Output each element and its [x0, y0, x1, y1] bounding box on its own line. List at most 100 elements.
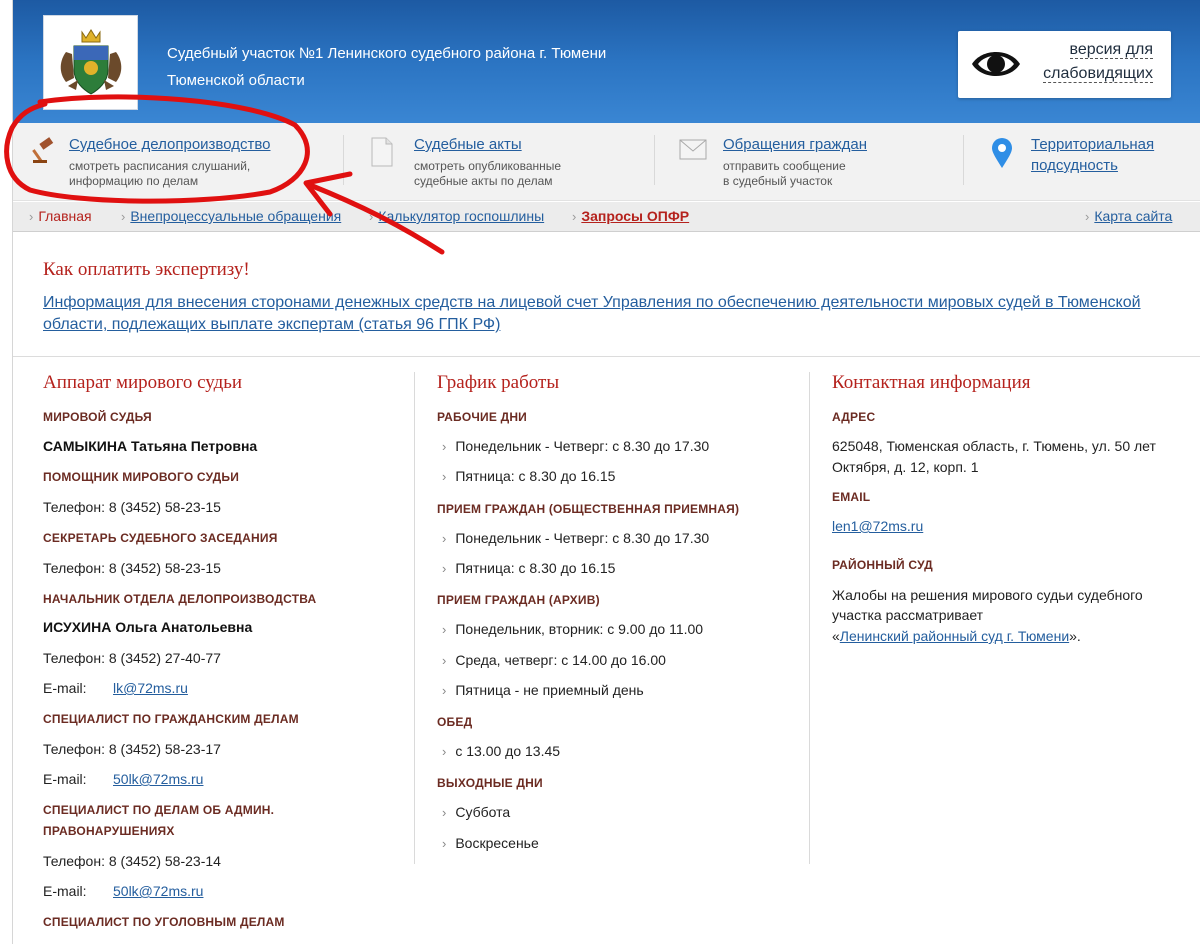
admin-specialist-label-1: СПЕЦИАЛИСТ ПО ДЕЛАМ ОБ АДМИН.	[43, 803, 275, 817]
list-item: › Среда, четверг: с 14.00 до 16.00	[442, 652, 666, 668]
civil-specialist-phone: Телефон: 8 (3452) 58-23-17	[43, 741, 221, 757]
nav-non-procedural-appeals-link[interactable]: Внепроцессуальные обращения	[130, 208, 341, 224]
menu-divider	[654, 135, 655, 185]
email-key: E-mail:	[43, 680, 87, 696]
nav-pension-fund-requests-link[interactable]: Запросы ОПФР	[581, 208, 689, 224]
chevron-right-icon: ›	[121, 209, 126, 224]
office-head-name: ИСУХИНА Ольга Анатольевна	[43, 619, 253, 635]
admin-specialist-email-link[interactable]: 50lk@72ms.ru	[113, 883, 203, 899]
menu-sub-court-acts-2: судебные акты по делам	[414, 174, 553, 188]
menu-title-court-proceedings[interactable]: Судебное делопроизводство	[69, 135, 271, 155]
menu-divider	[963, 135, 964, 185]
menu-title-jurisdiction-1[interactable]: Территориальная	[1031, 135, 1154, 155]
menu-sub-court-acts-1: смотреть опубликованные	[414, 159, 562, 173]
email-key: E-mail:	[43, 771, 87, 787]
district-court-text1: Жалобы на решения мирового судьи судебно…	[832, 587, 1143, 603]
coat-of-arms-icon	[60, 28, 121, 95]
site-title-line2: Тюменской области	[167, 72, 305, 89]
chevron-right-icon: ›	[572, 209, 577, 224]
district-court-label: РАЙОННЫЙ СУД	[832, 558, 933, 572]
list-item: › Пятница - не приемный день	[442, 682, 644, 698]
coat-of-arms-logo[interactable]	[43, 15, 138, 110]
menu-sub-citizen-appeals-1: отправить сообщение	[723, 159, 846, 173]
gavel-icon	[32, 137, 54, 163]
list-item: › Пятница: с 8.30 до 16.15	[442, 468, 615, 484]
quote-open: «	[832, 628, 840, 644]
office-head-phone: Телефон: 8 (3452) 27-40-77	[43, 650, 221, 666]
archive-item: Среда, четверг: с 14.00 до 16.00	[455, 652, 666, 668]
low-vision-line1: версия для	[1069, 41, 1153, 59]
list-item: › Понедельник, вторник: с 9.00 до 11.00	[442, 621, 703, 637]
site-header: Судебный участок №1 Ленинского судебного…	[13, 0, 1200, 123]
envelope-icon	[679, 139, 707, 160]
chevron-right-icon: ›	[442, 744, 447, 759]
reception-label: ПРИЕМ ГРАЖДАН (ОБЩЕСТВЕННАЯ ПРИЕМНАЯ)	[437, 502, 740, 516]
office-head-email-row: E-mail: lk@72ms.ru	[43, 678, 188, 698]
chevron-right-icon: ›	[369, 209, 374, 224]
workdays-item: Понедельник - Четверг: с 8.30 до 17.30	[455, 438, 710, 454]
list-item: › Пятница: с 8.30 до 16.15	[442, 560, 615, 576]
civil-specialist-email-link[interactable]: 50lk@72ms.ru	[113, 771, 203, 787]
nav-home-label[interactable]: Главная	[38, 208, 91, 224]
list-item: › с 13.00 до 13.45	[442, 743, 560, 759]
nav-non-procedural-appeals[interactable]: › Внепроцессуальные обращения	[121, 208, 341, 224]
map-pin-icon	[992, 138, 1012, 168]
secondary-nav: › Главная › Внепроцессуальные обращения › К…	[13, 202, 1200, 232]
secretary-label: СЕКРЕТАРЬ СУДЕБНОГО ЗАСЕДАНИЯ	[43, 531, 278, 545]
menu-title-citizen-appeals[interactable]: Обращения граждан	[723, 135, 867, 155]
nav-sitemap-link[interactable]: Карта сайта	[1094, 208, 1172, 224]
civil-specialist-label: СПЕЦИАЛИСТ ПО ГРАЖДАНСКИМ ДЕЛАМ	[43, 712, 299, 726]
civil-specialist-email-row: E-mail: 50lk@72ms.ru	[43, 769, 203, 789]
nav-home[interactable]: › Главная	[29, 208, 92, 224]
low-vision-version-button[interactable]: версия для слабовидящих	[958, 31, 1171, 98]
staff-column-title: Аппарат мирового судьи	[43, 372, 243, 393]
nav-pension-fund-requests[interactable]: › Запросы ОПФР	[572, 208, 689, 224]
office-head-label: НАЧАЛЬНИК ОТДЕЛА ДЕЛОПРОИЗВОДСТВА	[43, 592, 317, 606]
chevron-right-icon: ›	[442, 836, 447, 851]
office-head-email-link[interactable]: lk@72ms.ru	[113, 680, 188, 696]
weekend-item: Суббота	[455, 804, 511, 820]
page: Судебный участок №1 Ленинского судебного…	[12, 0, 1200, 944]
expert-payment-info-link[interactable]: Информация для внесения сторонами денежн…	[43, 292, 1163, 336]
secretary-phone: Телефон: 8 (3452) 58-23-15	[43, 560, 221, 576]
district-court-link[interactable]: Ленинский районный суд г. Тюмени	[840, 628, 1069, 644]
nav-sitemap[interactable]: › Карта сайта	[1085, 208, 1172, 224]
court-email-link[interactable]: len1@72ms.ru	[832, 518, 923, 534]
admin-specialist-phone: Телефон: 8 (3452) 58-23-14	[43, 853, 221, 869]
lunch-label: ОБЕД	[437, 715, 473, 729]
chevron-right-icon: ›	[442, 439, 447, 454]
assistant-phone: Телефон: 8 (3452) 58-23-15	[43, 499, 221, 515]
district-court-text2: участка рассматривает	[832, 607, 984, 623]
quote-close: ».	[1069, 628, 1081, 644]
chevron-right-icon: ›	[442, 653, 447, 668]
divider	[13, 356, 1200, 357]
site-title: Судебный участок №1 Ленинского судебного…	[167, 40, 606, 94]
address-line2: Октября, д. 12, корп. 1	[832, 459, 979, 475]
main-menu: Судебное делопроизводство смотреть распи…	[13, 123, 1200, 201]
schedule-column-title-wrap: График работы	[437, 372, 559, 394]
contacts-column-title-wrap: Контактная информация	[832, 372, 1031, 394]
admin-specialist-email-row: E-mail: 50lk@72ms.ru	[43, 881, 203, 901]
menu-title-jurisdiction-2[interactable]: подсудность	[1031, 156, 1118, 176]
chevron-right-icon: ›	[442, 561, 447, 576]
contacts-column-title: Контактная информация	[832, 372, 1031, 393]
menu-title-court-acts[interactable]: Судебные акты	[414, 135, 522, 155]
eye-icon	[972, 52, 1020, 76]
admin-specialist-label-2: ПРАВОНАРУШЕНИЯХ	[43, 824, 175, 838]
list-item: › Воскресенье	[442, 835, 539, 851]
email-label: EMAIL	[832, 490, 871, 504]
chevron-right-icon: ›	[29, 209, 34, 224]
district-court-link-row: «Ленинский районный суд г. Тюмени».	[832, 626, 1081, 646]
nav-fee-calculator[interactable]: › Калькулятор госпошлины	[369, 208, 544, 224]
notice-title: Как оплатить экспертизу!	[43, 259, 250, 280]
weekend-label: ВЫХОДНЫЕ ДНИ	[437, 776, 543, 790]
menu-sub-citizen-appeals-2: в судебный участок	[723, 174, 833, 188]
archive-item: Понедельник, вторник: с 9.00 до 11.00	[455, 621, 704, 637]
criminal-specialist-label: СПЕЦИАЛИСТ ПО УГОЛОВНЫМ ДЕЛАМ	[43, 915, 285, 929]
judge-label: МИРОВОЙ СУДЬЯ	[43, 410, 152, 424]
address-label: АДРЕС	[832, 410, 876, 424]
weekend-item: Воскресенье	[455, 835, 539, 851]
chevron-right-icon: ›	[442, 531, 447, 546]
assistant-label: ПОМОЩНИК МИРОВОГО СУДЬИ	[43, 470, 240, 484]
nav-fee-calculator-link[interactable]: Калькулятор госпошлины	[378, 208, 544, 224]
